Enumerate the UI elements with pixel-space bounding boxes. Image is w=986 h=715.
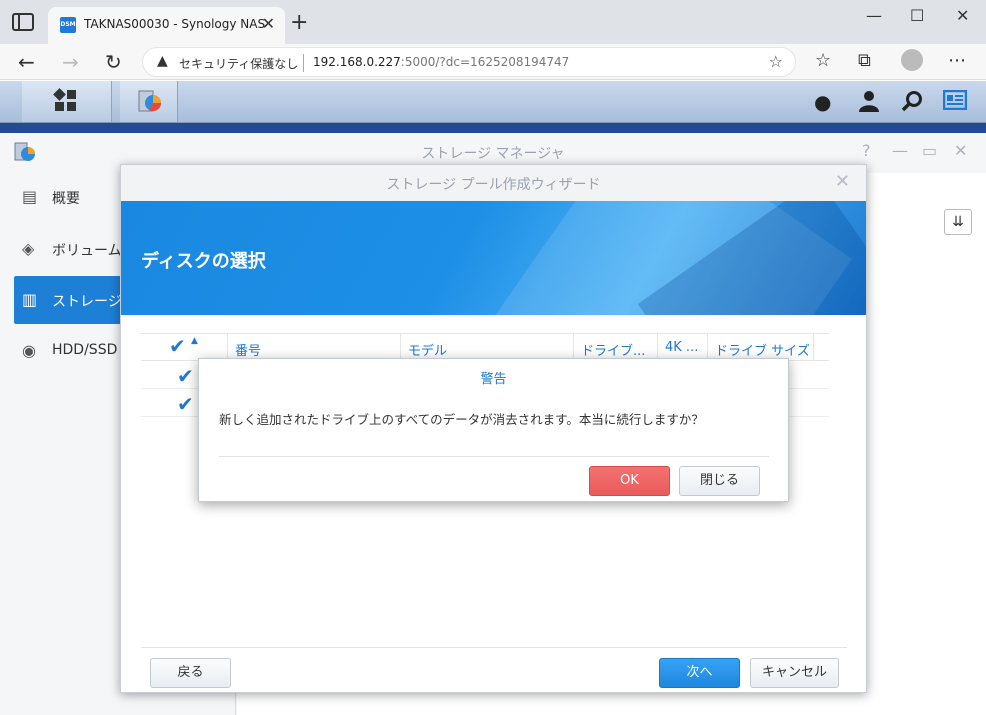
warning-divider xyxy=(219,456,769,457)
storage-icon: ▥ xyxy=(22,290,38,309)
row-checkbox[interactable]: ✔ xyxy=(177,366,195,386)
wizard-footer-divider xyxy=(141,647,847,648)
hdd-icon: ◉ xyxy=(22,341,36,360)
overview-icon: ▤ xyxy=(22,187,38,206)
warning-dialog: 警告 新しく追加されたドライブ上のすべてのデータが消去されます。本当に続行します… xyxy=(198,358,789,502)
column-header-model[interactable]: モデル xyxy=(408,340,447,359)
wizard-step-title: ディスクの選択 xyxy=(141,251,266,272)
sort-icon[interactable]: ⇊ xyxy=(944,209,972,235)
table-header: ✔ ▲ 番号 モデル ドライブ... 4K ... ドライブ サイズ xyxy=(141,333,829,361)
search-icon[interactable] xyxy=(901,90,923,112)
new-tab-icon[interactable]: + xyxy=(290,10,308,35)
taskbar-shadow-strip xyxy=(0,123,986,133)
user-icon[interactable] xyxy=(858,90,880,112)
storage-manager-app-icon[interactable] xyxy=(137,88,163,114)
cancel-button[interactable]: キャンセル xyxy=(750,658,839,688)
maximize-icon[interactable]: ☐ xyxy=(910,6,924,25)
window-close-icon[interactable]: ✕ xyxy=(956,6,969,25)
warning-message: 新しく追加されたドライブ上のすべてのデータが消去されます。本当に続行しますか？ xyxy=(219,412,704,427)
column-separator xyxy=(813,334,814,360)
dsm-favicon-icon: DSM xyxy=(60,17,76,33)
column-separator xyxy=(573,334,574,360)
forward-arrow-icon[interactable]: → xyxy=(62,50,79,74)
column-separator xyxy=(657,334,658,360)
tab-actions-icon[interactable] xyxy=(12,13,34,31)
sidebar-item-label: ストレージ xyxy=(52,294,122,310)
next-button[interactable]: 次へ xyxy=(659,658,740,688)
favorites-icon[interactable]: ☆ xyxy=(815,50,831,71)
tab-title: TAKNAS00030 - Synology NAS xyxy=(84,17,266,31)
wizard-banner: ディスクの選択 xyxy=(121,201,866,315)
address-bar-row: ← → ↻ ▲ セキュリティ保護なし 192.168.0.227:5000/?d… xyxy=(0,44,986,80)
select-all-checkbox[interactable]: ✔ xyxy=(169,336,187,356)
sidebar-item-label: ボリューム xyxy=(52,243,122,259)
column-header-number[interactable]: 番号 xyxy=(235,340,261,359)
tab-close-icon[interactable]: ✕ xyxy=(262,14,275,33)
url-host: 192.168.0.227 xyxy=(313,55,401,69)
reload-icon[interactable]: ↻ xyxy=(105,50,122,74)
column-separator xyxy=(227,334,228,360)
sidebar-item-label: 概要 xyxy=(52,191,80,207)
sm-maximize-icon[interactable]: ▭ xyxy=(922,141,937,160)
more-menu-icon[interactable]: ⋯ xyxy=(948,50,966,71)
url-text[interactable]: 192.168.0.227:5000/?dc=1625208194747 xyxy=(313,55,569,69)
help-icon[interactable]: ? xyxy=(862,141,871,160)
storage-manager-title: ストレージ マネージャ xyxy=(421,146,565,162)
sm-close-icon[interactable]: ✕ xyxy=(954,141,967,160)
wizard-close-icon[interactable]: ✕ xyxy=(835,171,850,192)
browser-tab-bar: DSM TAKNAS00030 - Synology NAS ✕ + — ☐ ✕ xyxy=(0,0,986,44)
row-checkbox[interactable]: ✔ xyxy=(177,394,195,414)
sm-minimize-icon[interactable]: — xyxy=(892,141,908,160)
column-separator xyxy=(400,334,401,360)
sidebar-item-label: HDD/SSD xyxy=(52,342,118,358)
column-separator xyxy=(707,334,708,360)
profile-avatar[interactable] xyxy=(901,49,923,71)
warning-triangle-icon[interactable]: ▲ xyxy=(157,53,168,69)
ok-button[interactable]: OK xyxy=(589,466,670,496)
url-path: :5000/?dc=1625208194747 xyxy=(400,55,570,69)
url-separator xyxy=(303,54,304,72)
widgets-icon[interactable] xyxy=(943,90,967,110)
wizard-titlebar[interactable]: ストレージ プール作成ウィザード ✕ xyxy=(121,165,866,201)
volume-icon: ◈ xyxy=(22,239,35,258)
wizard-title: ストレージ プール作成ウィザード xyxy=(386,177,601,193)
main-menu-grid-icon[interactable] xyxy=(53,88,77,112)
back-arrow-icon[interactable]: ← xyxy=(18,50,35,74)
collections-icon[interactable]: ⧉ xyxy=(858,50,871,71)
chat-icon[interactable]: ● xyxy=(814,90,831,114)
column-header-4k[interactable]: 4K ... xyxy=(665,340,698,355)
close-button[interactable]: 閉じる xyxy=(679,466,760,496)
security-label[interactable]: セキュリティ保護なし xyxy=(179,55,298,72)
warning-title: 警告 xyxy=(480,372,507,387)
favorite-star-icon[interactable]: ☆ xyxy=(769,52,783,71)
browser-tab[interactable]: DSM TAKNAS00030 - Synology NAS ✕ xyxy=(48,7,285,44)
column-header-drive-size[interactable]: ドライブ サイズ xyxy=(715,340,810,359)
sort-asc-icon[interactable]: ▲ xyxy=(191,336,198,346)
column-header-drive-type[interactable]: ドライブ... xyxy=(581,340,645,359)
url-bar[interactable]: ▲ セキュリティ保護なし 192.168.0.227:5000/?dc=1625… xyxy=(142,47,796,77)
back-button[interactable]: 戻る xyxy=(150,658,231,688)
minimize-icon[interactable]: — xyxy=(866,6,882,25)
